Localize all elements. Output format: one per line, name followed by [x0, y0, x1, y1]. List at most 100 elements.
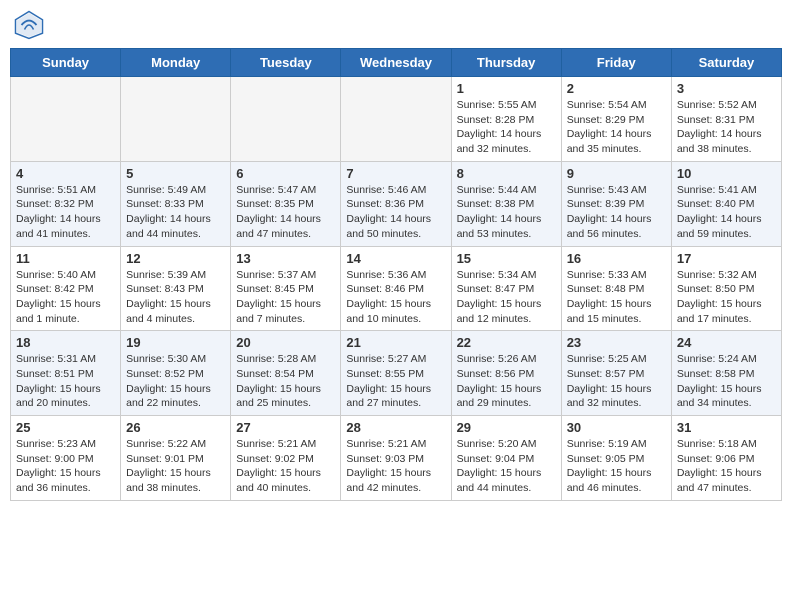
day-number: 7	[346, 166, 445, 181]
day-info: Sunrise: 5:23 AM Sunset: 9:00 PM Dayligh…	[16, 437, 115, 496]
day-number: 5	[126, 166, 225, 181]
logo	[14, 10, 48, 40]
week-row-1: 1Sunrise: 5:55 AM Sunset: 8:28 PM Daylig…	[11, 77, 782, 162]
day-number: 8	[457, 166, 556, 181]
weekday-header-thursday: Thursday	[451, 49, 561, 77]
day-cell: 7 Sunrise: 5:46 AM Sunset: 8:36 PM Daylig…	[341, 161, 451, 246]
day-info: Sunrise: 5:51 AM Sunset: 8:32 PM Dayligh…	[16, 183, 115, 242]
day-info: Sunrise: 5:52 AM Sunset: 8:31 PM Dayligh…	[677, 98, 776, 157]
day-cell: 29Sunrise: 5:20 AM Sunset: 9:04 PM Dayli…	[451, 416, 561, 501]
day-cell: 14 Sunrise: 5:36 AM Sunset: 8:46 PM Dayli…	[341, 246, 451, 331]
day-number: 3	[677, 81, 776, 96]
day-info: Sunrise: 5:34 AM Sunset: 8:47 PM Dayligh…	[457, 268, 556, 327]
day-info: Sunrise: 5:30 AM Sunset: 8:52 PM Dayligh…	[126, 352, 225, 411]
weekday-header-friday: Friday	[561, 49, 671, 77]
day-info: Sunrise: 5:47 AM Sunset: 8:35 PM Dayligh…	[236, 183, 335, 242]
day-number: 17	[677, 251, 776, 266]
day-number: 11	[16, 251, 115, 266]
day-number: 10	[677, 166, 776, 181]
weekday-header-saturday: Saturday	[671, 49, 781, 77]
day-info: Sunrise: 5:39 AM Sunset: 8:43 PM Dayligh…	[126, 268, 225, 327]
day-number: 31	[677, 420, 776, 435]
day-cell: 6 Sunrise: 5:47 AM Sunset: 8:35 PM Daylig…	[231, 161, 341, 246]
day-number: 4	[16, 166, 115, 181]
day-cell: 22 Sunrise: 5:26 AM Sunset: 8:56 PM Dayli…	[451, 331, 561, 416]
day-info: Sunrise: 5:49 AM Sunset: 8:33 PM Dayligh…	[126, 183, 225, 242]
week-row-3: 11 Sunrise: 5:40 AM Sunset: 8:42 PM Dayli…	[11, 246, 782, 331]
day-info: Sunrise: 5:54 AM Sunset: 8:29 PM Dayligh…	[567, 98, 666, 157]
day-number: 18	[16, 335, 115, 350]
day-cell: 2Sunrise: 5:54 AM Sunset: 8:29 PM Daylig…	[561, 77, 671, 162]
page-header	[10, 10, 782, 40]
day-info: Sunrise: 5:21 AM Sunset: 9:02 PM Dayligh…	[236, 437, 335, 496]
day-info: Sunrise: 5:18 AM Sunset: 9:06 PM Dayligh…	[677, 437, 776, 496]
day-info: Sunrise: 5:20 AM Sunset: 9:04 PM Dayligh…	[457, 437, 556, 496]
day-number: 20	[236, 335, 335, 350]
day-info: Sunrise: 5:37 AM Sunset: 8:45 PM Dayligh…	[236, 268, 335, 327]
day-info: Sunrise: 5:46 AM Sunset: 8:36 PM Dayligh…	[346, 183, 445, 242]
day-cell: 20 Sunrise: 5:28 AM Sunset: 8:54 PM Dayli…	[231, 331, 341, 416]
day-cell: 24 Sunrise: 5:24 AM Sunset: 8:58 PM Dayli…	[671, 331, 781, 416]
day-info: Sunrise: 5:32 AM Sunset: 8:50 PM Dayligh…	[677, 268, 776, 327]
day-info: Sunrise: 5:26 AM Sunset: 8:56 PM Dayligh…	[457, 352, 556, 411]
day-cell	[121, 77, 231, 162]
day-info: Sunrise: 5:21 AM Sunset: 9:03 PM Dayligh…	[346, 437, 445, 496]
week-row-5: 25 Sunrise: 5:23 AM Sunset: 9:00 PM Dayli…	[11, 416, 782, 501]
day-cell: 4 Sunrise: 5:51 AM Sunset: 8:32 PM Daylig…	[11, 161, 121, 246]
day-cell	[11, 77, 121, 162]
day-info: Sunrise: 5:19 AM Sunset: 9:05 PM Dayligh…	[567, 437, 666, 496]
day-cell: 1Sunrise: 5:55 AM Sunset: 8:28 PM Daylig…	[451, 77, 561, 162]
day-cell: 21 Sunrise: 5:27 AM Sunset: 8:55 PM Dayli…	[341, 331, 451, 416]
day-info: Sunrise: 5:22 AM Sunset: 9:01 PM Dayligh…	[126, 437, 225, 496]
day-cell: 31 Sunrise: 5:18 AM Sunset: 9:06 PM Dayli…	[671, 416, 781, 501]
weekday-header-row: SundayMondayTuesdayWednesdayThursdayFrid…	[11, 49, 782, 77]
day-number: 14	[346, 251, 445, 266]
day-number: 24	[677, 335, 776, 350]
day-number: 22	[457, 335, 556, 350]
day-number: 16	[567, 251, 666, 266]
day-number: 28	[346, 420, 445, 435]
day-cell: 17 Sunrise: 5:32 AM Sunset: 8:50 PM Dayli…	[671, 246, 781, 331]
day-cell	[341, 77, 451, 162]
day-cell: 3 Sunrise: 5:52 AM Sunset: 8:31 PM Daylig…	[671, 77, 781, 162]
day-number: 9	[567, 166, 666, 181]
day-cell: 30 Sunrise: 5:19 AM Sunset: 9:05 PM Dayli…	[561, 416, 671, 501]
day-info: Sunrise: 5:41 AM Sunset: 8:40 PM Dayligh…	[677, 183, 776, 242]
day-cell: 5 Sunrise: 5:49 AM Sunset: 8:33 PM Daylig…	[121, 161, 231, 246]
day-info: Sunrise: 5:40 AM Sunset: 8:42 PM Dayligh…	[16, 268, 115, 327]
day-cell: 26 Sunrise: 5:22 AM Sunset: 9:01 PM Dayli…	[121, 416, 231, 501]
day-cell: 12 Sunrise: 5:39 AM Sunset: 8:43 PM Dayli…	[121, 246, 231, 331]
day-cell: 11 Sunrise: 5:40 AM Sunset: 8:42 PM Dayli…	[11, 246, 121, 331]
weekday-header-wednesday: Wednesday	[341, 49, 451, 77]
calendar-table: SundayMondayTuesdayWednesdayThursdayFrid…	[10, 48, 782, 501]
day-info: Sunrise: 5:25 AM Sunset: 8:57 PM Dayligh…	[567, 352, 666, 411]
day-cell: 23Sunrise: 5:25 AM Sunset: 8:57 PM Dayli…	[561, 331, 671, 416]
day-info: Sunrise: 5:24 AM Sunset: 8:58 PM Dayligh…	[677, 352, 776, 411]
day-info: Sunrise: 5:27 AM Sunset: 8:55 PM Dayligh…	[346, 352, 445, 411]
day-number: 12	[126, 251, 225, 266]
day-info: Sunrise: 5:36 AM Sunset: 8:46 PM Dayligh…	[346, 268, 445, 327]
day-number: 6	[236, 166, 335, 181]
day-number: 25	[16, 420, 115, 435]
day-info: Sunrise: 5:55 AM Sunset: 8:28 PM Dayligh…	[457, 98, 556, 157]
day-cell: 25 Sunrise: 5:23 AM Sunset: 9:00 PM Dayli…	[11, 416, 121, 501]
day-cell: 27 Sunrise: 5:21 AM Sunset: 9:02 PM Dayli…	[231, 416, 341, 501]
day-cell: 28 Sunrise: 5:21 AM Sunset: 9:03 PM Dayli…	[341, 416, 451, 501]
day-number: 21	[346, 335, 445, 350]
weekday-header-sunday: Sunday	[11, 49, 121, 77]
week-row-4: 18Sunrise: 5:31 AM Sunset: 8:51 PM Dayli…	[11, 331, 782, 416]
day-cell: 8Sunrise: 5:44 AM Sunset: 8:38 PM Daylig…	[451, 161, 561, 246]
logo-icon	[14, 10, 44, 40]
day-cell: 9Sunrise: 5:43 AM Sunset: 8:39 PM Daylig…	[561, 161, 671, 246]
day-number: 27	[236, 420, 335, 435]
day-cell: 16 Sunrise: 5:33 AM Sunset: 8:48 PM Dayli…	[561, 246, 671, 331]
weekday-header-tuesday: Tuesday	[231, 49, 341, 77]
day-number: 13	[236, 251, 335, 266]
day-info: Sunrise: 5:28 AM Sunset: 8:54 PM Dayligh…	[236, 352, 335, 411]
day-number: 26	[126, 420, 225, 435]
day-number: 30	[567, 420, 666, 435]
day-cell	[231, 77, 341, 162]
day-info: Sunrise: 5:33 AM Sunset: 8:48 PM Dayligh…	[567, 268, 666, 327]
day-number: 19	[126, 335, 225, 350]
day-cell: 19 Sunrise: 5:30 AM Sunset: 8:52 PM Dayli…	[121, 331, 231, 416]
